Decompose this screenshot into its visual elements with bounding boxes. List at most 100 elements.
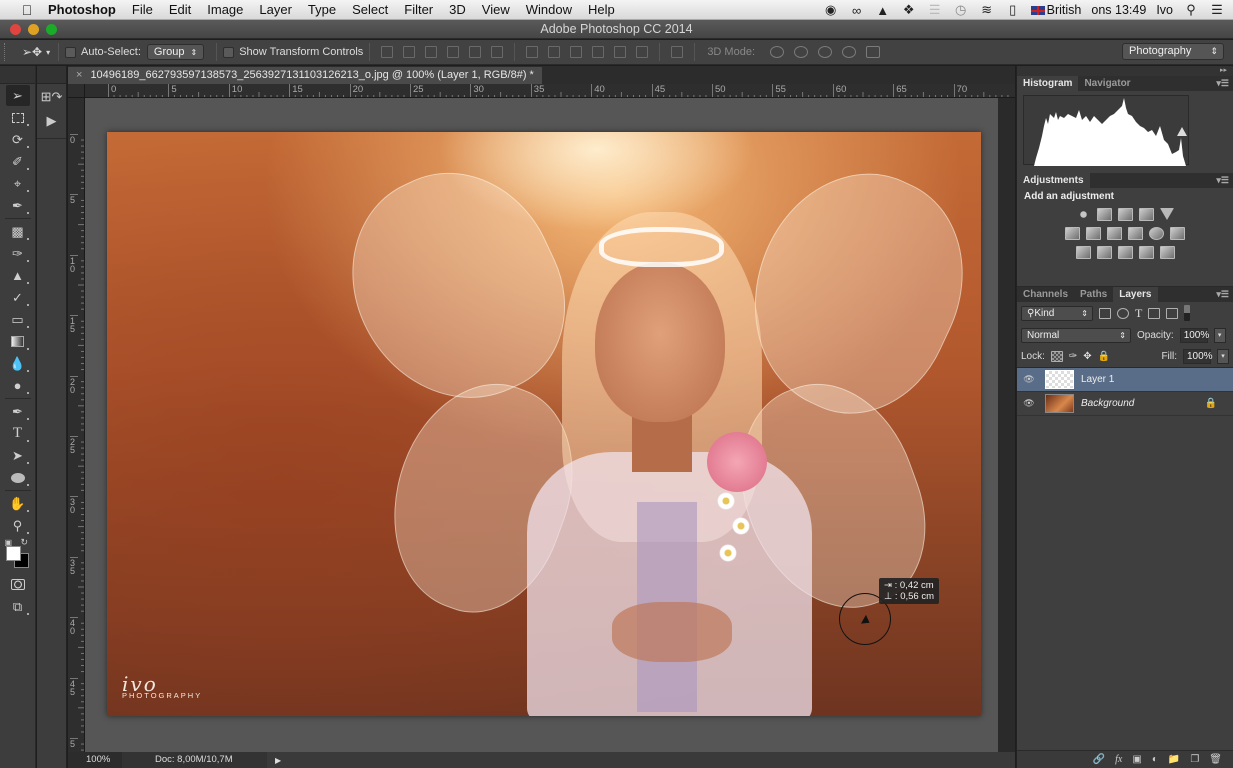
lock-all-icon[interactable]: 🔒 (1098, 351, 1110, 362)
delete-layer-icon[interactable]: 🗑 (1209, 754, 1222, 765)
color-lookup-icon[interactable] (1170, 227, 1185, 240)
filter-shape-layers-icon[interactable] (1148, 307, 1161, 319)
eraser-tool[interactable]: ▭ (6, 309, 30, 330)
options-bar-grip[interactable] (4, 43, 12, 61)
quick-mask-button[interactable] (6, 574, 30, 595)
3d-roll-icon[interactable] (794, 46, 809, 58)
lasso-tool[interactable]: ⟳ (6, 129, 30, 150)
distribute-top-icon[interactable] (526, 46, 539, 58)
color-balance-icon[interactable] (1086, 227, 1101, 240)
bars-icon[interactable]: ☰ (927, 2, 943, 17)
distribute-hcenter-icon[interactable] (614, 46, 627, 58)
hue-saturation-icon[interactable] (1065, 227, 1080, 240)
auto-select-checkbox[interactable] (65, 46, 76, 58)
wifi-icon[interactable]: ≋ (979, 2, 995, 17)
close-window-button[interactable] (10, 24, 21, 35)
new-group-icon[interactable]: 📁 (1168, 754, 1180, 765)
align-left-icon[interactable] (447, 46, 460, 58)
filter-smart-objects-icon[interactable] (1166, 307, 1179, 319)
layer-row[interactable]: 👁 Background 🔒 (1017, 392, 1233, 416)
distribute-left-icon[interactable] (592, 46, 605, 58)
dock-header[interactable] (37, 66, 66, 84)
align-top-icon[interactable] (381, 46, 394, 58)
apple-menu-icon[interactable]:  (18, 2, 36, 18)
tab-histogram[interactable]: Histogram (1017, 76, 1079, 91)
threshold-icon[interactable] (1117, 246, 1133, 259)
vibrance-icon[interactable] (1160, 208, 1174, 220)
layer-row[interactable]: 👁 Layer 1 (1017, 368, 1233, 392)
panel-menu-icon[interactable]: ▾☰ (1216, 78, 1229, 89)
filter-type-layers-icon[interactable]: T (1135, 306, 1142, 321)
gradient-map-icon[interactable] (1159, 246, 1175, 259)
input-source[interactable]: British (1030, 3, 1081, 17)
fill-input[interactable]: 100% (1183, 349, 1213, 364)
path-selection-tool[interactable]: ➤ (6, 445, 30, 466)
distribute-bottom-icon[interactable] (570, 46, 583, 58)
marquee-tool[interactable] (6, 107, 30, 128)
align-bottom-icon[interactable] (425, 46, 438, 58)
notification-center-icon[interactable]: ☰ (1209, 2, 1225, 17)
canvas-image[interactable]: ivo PHOTOGRAPHY ⇥ : 0,42 cm ⊥ : 0,56 cm (107, 132, 981, 716)
collapse-panels-button[interactable]: ▸▸ (1017, 66, 1233, 76)
exposure-icon[interactable] (1139, 208, 1154, 221)
menu-view[interactable]: View (474, 0, 518, 20)
lock-image-pixels-icon[interactable]: ✑ (1069, 351, 1077, 362)
history-brush-tool[interactable]: ✓ (6, 287, 30, 308)
tab-adjustments[interactable]: Adjustments (1017, 173, 1090, 188)
filter-kind-select[interactable]: ⚲Kind ⇕ (1021, 305, 1093, 321)
menu-type[interactable]: Type (300, 0, 344, 20)
dodge-tool[interactable]: ● (6, 375, 30, 396)
tab-navigator[interactable]: Navigator (1078, 76, 1136, 91)
visibility-eye-icon[interactable]: 👁 (1017, 374, 1041, 385)
add-layer-style-icon[interactable]: fx (1115, 754, 1122, 765)
panel-menu-icon[interactable]: ▾☰ (1216, 289, 1229, 300)
eyedropper-tool[interactable]: ✒ (6, 195, 30, 216)
auto-align-icon[interactable] (671, 46, 684, 58)
blend-mode-select[interactable]: Normal ⇕ (1021, 327, 1131, 343)
link-layers-icon[interactable]: 🔗 (1093, 754, 1105, 765)
workspace-switcher[interactable]: Photography ⇕ (1122, 43, 1224, 60)
time-machine-icon[interactable]: ◷ (953, 2, 969, 17)
align-hcenter-icon[interactable] (469, 46, 482, 58)
layer-name[interactable]: Background (1081, 398, 1134, 409)
brightness-contrast-icon[interactable] (1076, 208, 1091, 221)
zoom-level-field[interactable]: 100% (68, 752, 122, 768)
zoom-window-button[interactable] (46, 24, 57, 35)
type-tool[interactable]: T (6, 423, 30, 444)
google-drive-icon[interactable]: ▲ (875, 3, 891, 18)
distribute-vcenter-icon[interactable] (548, 46, 561, 58)
spotlight-search-icon[interactable]: ⚲ (1183, 2, 1199, 17)
document-tab[interactable]: × 10496189_662793597138573_2563927131103… (68, 67, 542, 84)
levels-icon[interactable] (1097, 208, 1112, 221)
menu-image[interactable]: Image (199, 0, 251, 20)
filter-toggle-switch[interactable] (1184, 305, 1191, 321)
menu-app[interactable]: Photoshop (48, 0, 124, 20)
blur-tool[interactable]: 💧 (6, 353, 30, 374)
creative-cloud-icon[interactable]: ∞ (849, 3, 865, 18)
auto-select-target-select[interactable]: Group ⇕ (146, 44, 205, 60)
layer-name[interactable]: Layer 1 (1081, 374, 1114, 385)
3d-scale-icon[interactable] (866, 46, 881, 58)
zoom-tool[interactable]: ⚲ (6, 515, 30, 536)
dropbox-icon[interactable]: ❖ (901, 2, 917, 17)
channel-mixer-icon[interactable] (1149, 227, 1164, 240)
new-layer-icon[interactable]: ❐ (1190, 754, 1199, 765)
cache-warning-icon[interactable] (1177, 127, 1187, 136)
gradient-tool[interactable] (6, 331, 30, 352)
lock-position-icon[interactable]: ✥ (1083, 351, 1091, 362)
menu-select[interactable]: Select (344, 0, 396, 20)
menu-edit[interactable]: Edit (161, 0, 199, 20)
status-menu-arrow-icon[interactable]: ▶ (275, 756, 281, 765)
photo-filter-icon[interactable] (1128, 227, 1143, 240)
crop-tool[interactable]: ⌖ (6, 173, 30, 194)
menu-window[interactable]: Window (518, 0, 580, 20)
filter-pixel-layers-icon[interactable] (1099, 307, 1111, 319)
align-right-icon[interactable] (491, 46, 504, 58)
minimize-window-button[interactable] (28, 24, 39, 35)
tab-channels[interactable]: Channels (1017, 287, 1074, 302)
tab-paths[interactable]: Paths (1074, 287, 1113, 302)
menu-filter[interactable]: Filter (396, 0, 441, 20)
posterize-icon[interactable] (1096, 246, 1112, 259)
tools-panel-header[interactable] (0, 66, 35, 84)
fill-slider-button[interactable]: ▾ (1217, 349, 1229, 364)
